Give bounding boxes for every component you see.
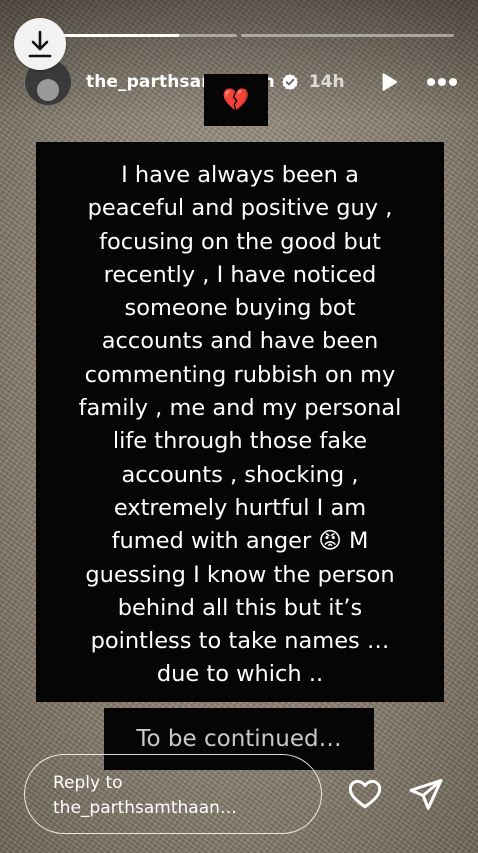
play-icon [382,73,398,91]
text-line: life through those fake [112,428,368,455]
broken-heart-icon: 💔 [222,87,250,113]
text-line: accounts , shocking , [121,461,359,488]
text-line: someone buying bot [124,295,356,322]
text-line: pointless to take names … [90,628,390,655]
text-line: due to which .. [156,661,324,688]
reply-placeholder-line1: Reply to [53,773,123,793]
reply-input[interactable]: Reply to the_parthsamthaan… [24,754,322,834]
text-line: focusing on the good but [99,228,381,255]
post-time: 14h [308,72,345,92]
story-text-card: I have always been a peaceful and positi… [36,142,444,702]
text-line: behind all this but it’s [117,594,363,621]
text-line: accounts and have been [101,328,379,355]
download-icon [28,30,52,58]
text-line: I have always been a [121,162,359,188]
text-line: extremely hurtful I am [113,494,367,521]
story-progress-bar [24,34,454,37]
text-line: guessing I know the person [85,561,395,588]
download-button[interactable] [14,18,66,70]
like-button[interactable] [346,776,384,816]
text-line: recently , I have noticed [103,261,377,288]
reply-placeholder-line2: the_parthsamthaan… [53,798,237,818]
share-icon [409,779,443,810]
text-line: fumed with anger 😡 M [111,528,369,555]
progress-segment-2 [241,34,454,37]
text-line: commenting rubbish on my [84,361,396,388]
share-button[interactable] [408,776,444,816]
text-line: family , me and my personal [78,395,402,422]
more-icon [427,78,457,86]
heart-icon [348,779,382,809]
more-options-button[interactable] [426,77,458,87]
text-line: peaceful and positive guy , [87,195,393,222]
play-button[interactable] [378,71,400,93]
broken-heart-sticker: 💔 [204,74,268,126]
verified-icon [281,73,299,91]
